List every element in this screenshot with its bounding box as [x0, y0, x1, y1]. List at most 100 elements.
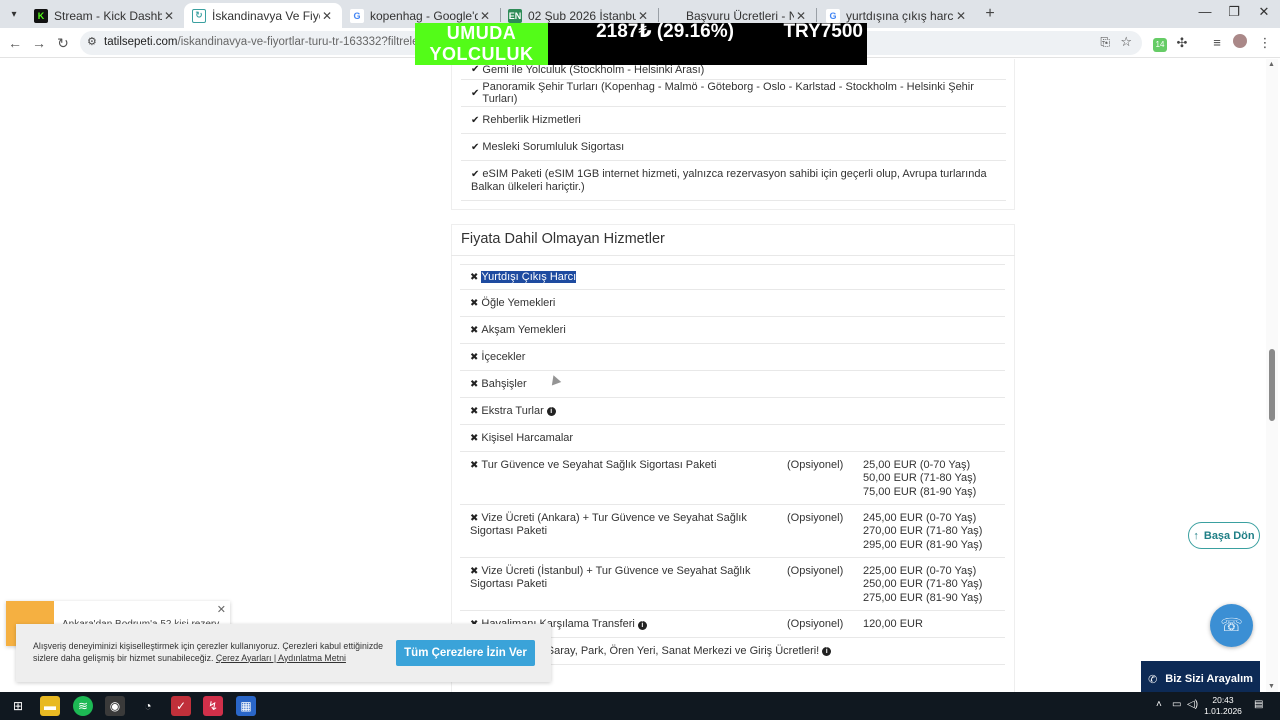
obs-icon[interactable]: ◔ — [138, 696, 158, 716]
windows-taskbar: ⊞ ▬ ≋ ◉ ◔ ✓ ↯ ▦ ˄ ▭ ◁) 20:43 1.01.2026 ▤ — [0, 692, 1280, 720]
excluded-list: ✖ Yurtdışı Çıkış Harcı ✖ Öğle Yemekleri ✖ A… — [451, 264, 1015, 684]
excluded-item: ✖ Ekstra Turlar i — [460, 398, 1005, 425]
page-content: ✔ Gemi ile Yolculuk (Stockholm - Helsinki… — [0, 59, 1280, 692]
cross-icon: ✖ — [470, 297, 479, 309]
cross-icon: ✖ — [470, 432, 479, 444]
file-explorer-icon[interactable]: ▬ — [40, 696, 60, 716]
tab-title: kopenhag - Google'da Ara — [370, 8, 478, 23]
phone-icon: ✆ — [1148, 673, 1158, 686]
windows-start-icon[interactable]: ⊞ — [8, 696, 28, 716]
check-icon: ✔ — [471, 169, 480, 180]
minimize-icon[interactable]: — — [1195, 4, 1215, 19]
included-item: ✔ Rehberlik Hizmetleri — [461, 107, 1006, 134]
chrome-icon[interactable]: ◉ — [105, 696, 125, 716]
optional-label: (Opsiyonel) — [787, 459, 844, 471]
kick-icon: K — [34, 8, 48, 23]
divider — [451, 255, 1015, 256]
info-icon[interactable]: i — [546, 406, 556, 416]
included-services-panel: ✔ Gemi ile Yolculuk (Stockholm - Helsinki… — [451, 59, 1015, 210]
check-icon: ✔ — [471, 64, 480, 75]
tab-title: Başvuru Ücretleri - NVI — [686, 8, 794, 23]
cross-icon: ✖ — [470, 566, 479, 577]
excluded-item: ✖ Bahşişler — [460, 371, 1005, 398]
google-icon: G — [826, 8, 840, 23]
extension-counter-icon[interactable]: 14 — [1151, 34, 1169, 52]
call-me-button[interactable]: ✆ Biz Sizi Arayalım — [1141, 661, 1260, 692]
optional-label: (Opsiyonel) — [787, 618, 844, 630]
profile-avatar[interactable] — [1231, 34, 1249, 52]
en-icon: EN — [508, 8, 522, 23]
app-icon[interactable]: ✓ — [171, 696, 191, 716]
info-icon[interactable]: i — [637, 621, 647, 630]
info-icon[interactable]: i — [822, 646, 832, 656]
tab-iskandinavya[interactable]: ↻ İskandinavya Ve Fiyortlar Turu ✕ — [184, 3, 342, 28]
app-icon[interactable]: ↯ — [203, 696, 223, 716]
ticker-amount: 2187₺ (29.16%) — [596, 23, 734, 42]
page-scrollbar[interactable]: ▲ ▼ — [1266, 59, 1278, 692]
forward-icon[interactable]: → — [30, 34, 48, 52]
calculator-icon[interactable]: ▦ — [236, 696, 256, 716]
cookie-settings-link[interactable]: Çerez Ayarları | Aydınlatma Metni — [216, 653, 346, 663]
install-app-icon[interactable]: ⎘ — [1100, 35, 1110, 50]
cross-icon: ✖ — [470, 271, 479, 283]
price-list: 225,00 EUR (0-70 Yaş) 250,00 EUR (71-80 … — [863, 565, 983, 604]
close-icon[interactable]: ✕ — [217, 603, 226, 616]
extensions-puzzle-icon[interactable]: ✣ — [1173, 34, 1191, 52]
volume-icon[interactable]: ◁) — [1187, 699, 1198, 710]
included-item: ✔ Panoramik Şehir Turları (Kopenhag - Mal… — [461, 80, 1006, 107]
bookmark-star-icon[interactable]: ☆ — [1120, 34, 1132, 50]
tab-kick[interactable]: K Stream - Kick Dashboard ✕ — [26, 3, 184, 28]
restore-icon[interactable]: ❐ — [1224, 4, 1244, 20]
scroll-down-icon[interactable]: ▼ — [1268, 683, 1275, 690]
optional-item: ✖ Tur Güvence ve Seyahat Sağlık Sigortası… — [460, 452, 1005, 505]
close-icon[interactable]: ✕ — [162, 9, 176, 23]
back-icon[interactable]: ← — [6, 34, 24, 52]
scroll-up-icon[interactable]: ▲ — [1268, 61, 1275, 68]
stream-ticker-overlay: UMUDA YOLCULUK 2187₺ (29.16%) TRY7500 — [415, 23, 867, 65]
tab-title: yurtdışına çıkış harcı - Google'da — [846, 8, 954, 23]
spotify-icon[interactable]: ≋ — [73, 696, 93, 716]
cookie-banner: Alışveriş deneyiminizi kişiselleştirmek … — [16, 624, 551, 682]
close-icon[interactable]: ✕ — [954, 9, 968, 23]
clock[interactable]: 20:43 1.01.2026 — [1200, 695, 1246, 717]
nvi-icon — [666, 9, 680, 23]
accept-all-cookies-button[interactable]: Tüm Çerezlere İzin Ver — [396, 640, 535, 666]
cross-icon: ✖ — [470, 405, 479, 417]
section-title: Fiyata Dahil Olmayan Hizmetler — [461, 231, 665, 247]
site-settings-icon[interactable]: ⚙ — [87, 35, 97, 48]
excluded-item: ✖ Yurtdışı Çıkış Harcı — [460, 264, 1005, 290]
back-to-top-button[interactable]: ↑ Başa Dön — [1188, 522, 1260, 549]
scroll-thumb[interactable] — [1269, 349, 1275, 421]
cross-icon: ✖ — [470, 378, 479, 390]
tray-chevron-icon[interactable]: ˄ — [1156, 699, 1162, 710]
close-icon[interactable]: ✕ — [320, 9, 334, 23]
chat-widget-icon[interactable]: ☏ — [1210, 604, 1253, 647]
network-icon[interactable]: ▭ — [1172, 699, 1181, 710]
optional-label: (Opsiyonel) — [787, 512, 844, 524]
notification-center-icon[interactable]: ▤ — [1254, 699, 1263, 710]
reading-list-icon[interactable]: ≡ — [1208, 34, 1226, 52]
new-tab-button[interactable]: + — [981, 5, 999, 23]
tab-search-icon[interactable]: ▾ — [4, 4, 24, 24]
close-icon[interactable]: ✕ — [636, 9, 650, 23]
cross-icon: ✖ — [470, 460, 479, 471]
optional-item: ✖ Vize Ücreti (Ankara) + Tur Güvence ve S… — [460, 505, 1005, 558]
optional-item: ✖ Vize Ücreti (İstanbul) + Tur Güvence ve… — [460, 558, 1005, 611]
price-list: 245,00 EUR (0-70 Yaş) 270,00 EUR (71-80 … — [863, 512, 983, 551]
tatilsepeti-icon: ↻ — [192, 8, 206, 23]
close-icon[interactable]: ✕ — [478, 9, 492, 23]
optional-label: (Opsiyonel) — [787, 565, 844, 577]
tab-title: İskandinavya Ve Fiyortlar Turu — [212, 8, 320, 23]
cross-icon: ✖ — [470, 324, 479, 336]
cross-icon: ✖ — [470, 513, 479, 524]
excluded-item: ✖ İçecekler — [460, 344, 1005, 371]
arrow-up-icon: ↑ — [1193, 529, 1199, 542]
check-icon: ✔ — [471, 87, 480, 99]
reload-icon[interactable]: ↻ — [54, 34, 72, 52]
cross-icon: ✖ — [470, 351, 479, 363]
included-item: ✔ Mesleki Sorumluluk Sigortası — [461, 134, 1006, 161]
window-close-icon[interactable]: ✕ — [1254, 4, 1274, 20]
menu-dots-icon[interactable]: ⋮ — [1256, 34, 1274, 52]
close-icon[interactable]: ✕ — [794, 9, 808, 23]
tab-divider — [816, 8, 817, 22]
